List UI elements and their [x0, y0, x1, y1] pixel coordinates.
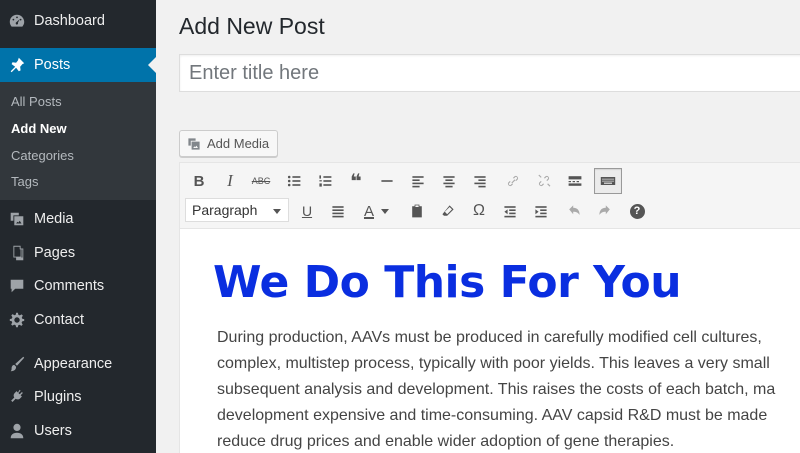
menu-label: Pages — [34, 245, 76, 261]
paste-as-text-button[interactable] — [404, 199, 430, 223]
paintbrush-icon — [0, 355, 34, 373]
format-select[interactable]: Paragraph — [185, 198, 289, 222]
underline-button[interactable]: U — [294, 199, 320, 223]
horizontal-line-icon — [381, 180, 393, 182]
menu-label: Users — [34, 423, 72, 439]
bullet-list-button[interactable] — [281, 169, 307, 193]
undo-button[interactable] — [561, 199, 587, 223]
format-select-value: Paragraph — [192, 202, 258, 218]
numbered-list-icon — [319, 175, 332, 187]
menu-label: Plugins — [34, 389, 82, 405]
media-icon — [188, 137, 200, 150]
indent-icon — [535, 206, 547, 218]
strikethrough-button[interactable]: ABC — [248, 169, 274, 193]
menu-label: Dashboard — [34, 13, 105, 29]
editor-toolbar: B I ABC ❝ Paragraph U A Ω ? — [180, 163, 800, 229]
align-center-icon — [443, 176, 455, 188]
redo-button[interactable] — [592, 199, 618, 223]
submenu-categories[interactable]: Categories — [11, 148, 74, 163]
admin-sidebar: Dashboard Posts All Posts Add New Catego… — [0, 0, 156, 453]
chevron-down-icon — [273, 209, 281, 214]
post-editor: B I ABC ❝ Paragraph U A Ω ? We Do This F… — [179, 162, 800, 453]
paragraph-line: subsequent analysis and development. Thi… — [217, 381, 776, 398]
text-color-dropdown[interactable] — [378, 199, 392, 223]
align-right-button[interactable] — [467, 169, 493, 193]
paragraph-line: complex, multistep process, typically wi… — [217, 355, 770, 372]
dashboard-icon — [0, 12, 34, 30]
outdent-icon — [504, 206, 516, 218]
keyboard-icon — [600, 177, 616, 185]
outdent-button[interactable] — [497, 199, 523, 223]
menu-label: Comments — [34, 278, 105, 294]
special-character-button[interactable]: Ω — [466, 199, 492, 223]
menu-label: Contact — [34, 312, 84, 328]
page-title: Add New Post — [179, 13, 325, 39]
align-left-icon — [412, 176, 424, 188]
indent-button[interactable] — [528, 199, 554, 223]
comment-icon — [0, 277, 34, 295]
help-button[interactable]: ? — [624, 199, 650, 223]
content-paragraph: During production, AAVs must be produced… — [217, 325, 800, 453]
submenu-all-posts[interactable]: All Posts — [11, 94, 62, 109]
plugin-icon — [0, 388, 34, 406]
read-more-button[interactable] — [562, 169, 588, 193]
gear-icon — [0, 311, 34, 329]
unlink-icon — [538, 174, 551, 187]
toolbar-toggle-button[interactable] — [594, 168, 622, 194]
redo-icon — [599, 205, 610, 215]
pushpin-icon — [0, 56, 34, 74]
submenu-add-new[interactable]: Add New — [11, 121, 67, 136]
link-icon — [507, 175, 519, 187]
undo-icon — [569, 205, 580, 215]
italic-button[interactable]: I — [217, 169, 243, 193]
chevron-down-icon — [381, 208, 389, 214]
add-media-label: Add Media — [207, 136, 270, 151]
align-left-button[interactable] — [405, 169, 431, 193]
add-media-button[interactable]: Add Media — [179, 130, 279, 157]
bold-button[interactable]: B — [186, 169, 212, 193]
eraser-icon — [442, 205, 454, 216]
content-heading: We Do This For You — [213, 257, 682, 308]
media-icon — [0, 210, 34, 228]
paragraph-line: During production, AAVs must be produced… — [217, 329, 762, 346]
horizontal-line-button[interactable] — [374, 169, 400, 193]
remove-link-button[interactable] — [531, 169, 557, 193]
paragraph-line: development expensive and time-consuming… — [217, 407, 768, 424]
editor-content-area[interactable]: We Do This For You During production, AA… — [180, 229, 800, 453]
menu-comments[interactable]: Comments — [0, 269, 156, 303]
align-justify-icon — [332, 206, 344, 218]
align-center-button[interactable] — [436, 169, 462, 193]
menu-posts[interactable]: Posts — [0, 48, 156, 82]
insert-link-button[interactable] — [500, 169, 526, 193]
read-more-icon — [568, 176, 582, 186]
help-icon: ? — [629, 203, 645, 219]
menu-users[interactable]: Users — [0, 414, 156, 448]
paragraph-line: reduce drug prices and enable wider adop… — [217, 433, 675, 450]
clipboard-icon — [412, 204, 422, 218]
post-title-input[interactable] — [179, 54, 800, 92]
user-icon — [0, 422, 34, 440]
align-right-icon — [474, 176, 486, 188]
menu-contact[interactable]: Contact — [0, 303, 156, 337]
numbered-list-button[interactable] — [312, 169, 338, 193]
menu-media[interactable]: Media — [0, 202, 156, 236]
submenu-tags[interactable]: Tags — [11, 174, 38, 189]
bullet-list-icon — [287, 175, 301, 187]
pages-icon — [0, 244, 34, 262]
justify-button[interactable] — [325, 199, 351, 223]
menu-pages[interactable]: Pages — [0, 236, 156, 270]
blockquote-button[interactable]: ❝ — [343, 169, 369, 193]
menu-appearance[interactable]: Appearance — [0, 347, 156, 381]
menu-label: Posts — [34, 57, 71, 73]
menu-label: Appearance — [34, 356, 113, 372]
menu-label: Media — [34, 211, 74, 227]
posts-submenu: All Posts Add New Categories Tags — [0, 82, 156, 200]
menu-dashboard[interactable]: Dashboard — [0, 4, 156, 38]
clear-formatting-button[interactable] — [435, 199, 461, 223]
menu-plugins[interactable]: Plugins — [0, 380, 156, 414]
